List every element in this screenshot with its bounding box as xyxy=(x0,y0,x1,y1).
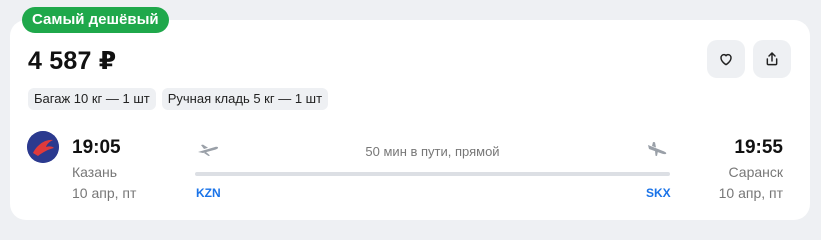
flight-duration: 50 мин в пути, прямой xyxy=(365,144,500,159)
departure-iata: KZN xyxy=(196,186,221,200)
baggage-tags: Багаж 10 кг — 1 шт Ручная кладь 5 кг — 1… xyxy=(28,88,329,110)
arrival-time: 19:55 xyxy=(734,137,783,158)
arrival-date: 10 апр, пт xyxy=(718,185,783,201)
arrival-city: Саранск xyxy=(728,164,783,180)
arrival-iata: SKX xyxy=(646,186,671,200)
flight-offer-card[interactable]: 4 587 ₽ Багаж 10 кг — 1 шт Ручная кладь … xyxy=(10,20,810,220)
route-line xyxy=(195,172,670,176)
share-button[interactable] xyxy=(753,40,791,78)
price: 4 587 ₽ xyxy=(28,47,117,75)
cheapest-badge: Самый дешёвый xyxy=(22,7,169,33)
airline-logo xyxy=(27,131,59,163)
departure-city: Казань xyxy=(72,164,118,180)
heart-icon xyxy=(720,53,732,66)
share-icon xyxy=(766,52,778,66)
hand-luggage-tag: Ручная кладь 5 кг — 1 шт xyxy=(161,88,329,110)
favorite-button[interactable] xyxy=(707,40,745,78)
departure-date: 10 апр, пт xyxy=(72,185,137,201)
departure-time: 19:05 xyxy=(72,137,121,158)
baggage-tag: Багаж 10 кг — 1 шт xyxy=(28,88,156,110)
